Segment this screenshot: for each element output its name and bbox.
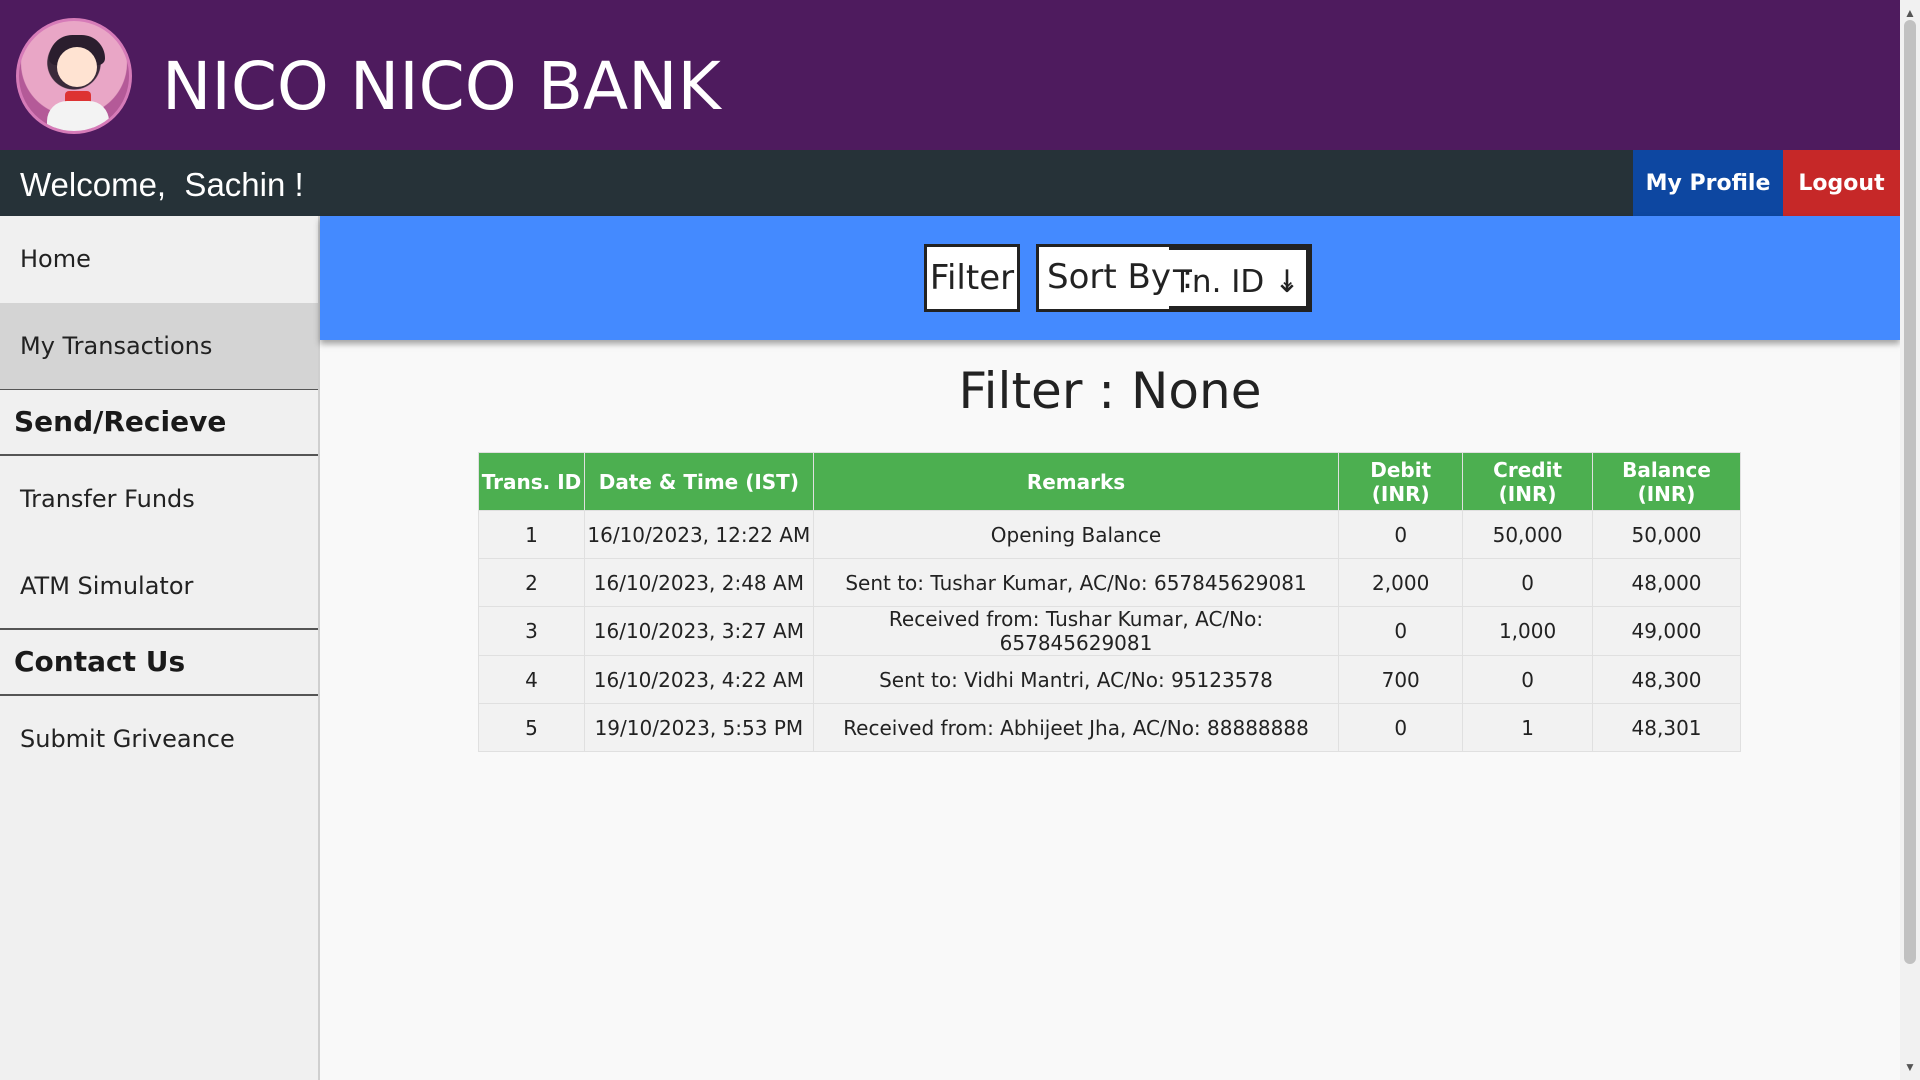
cell-balance: 48,301	[1592, 703, 1741, 752]
scroll-down-arrow-icon[interactable]: ▼	[1904, 1060, 1916, 1074]
cell-debit: 0	[1338, 606, 1464, 656]
cell-balance: 50,000	[1592, 510, 1741, 559]
cell-remarks: Received from: Abhijeet Jha, AC/No: 8888…	[812, 703, 1340, 752]
cell-remarks: Sent to: Vidhi Mantri, AC/No: 95123578	[812, 655, 1340, 704]
cell-datetime: 16/10/2023, 2:48 AM	[583, 558, 814, 607]
table-row: 1 16/10/2023, 12:22 AM Opening Balance 0…	[478, 510, 1741, 559]
cell-debit: 0	[1338, 703, 1464, 752]
cell-trans-id: 4	[478, 655, 585, 704]
chevron-down-icon: ⌄	[1279, 268, 1296, 292]
column-header: Date & Time (IST)	[583, 452, 814, 511]
scrollbar-thumb[interactable]	[1904, 20, 1916, 964]
sidebar-item-transfer-funds[interactable]: Transfer Funds	[0, 456, 318, 543]
column-header: Debit (INR)	[1338, 452, 1464, 511]
column-header: Trans. ID	[478, 452, 585, 511]
vertical-scrollbar[interactable]: ▲ ▼	[1900, 0, 1920, 1080]
welcome-message: Welcome, Sachin !	[20, 166, 304, 203]
sort-by-control: Sort By : Tn. ID ↓ ⌄	[1036, 244, 1312, 312]
table-row: 4 16/10/2023, 4:22 AM Sent to: Vidhi Man…	[478, 655, 1741, 704]
sidebar-section-send-recieve: Send/Recieve	[0, 390, 318, 456]
scroll-up-arrow-icon[interactable]: ▲	[1904, 6, 1916, 20]
table-row: 3 16/10/2023, 3:27 AM Received from: Tus…	[478, 606, 1741, 656]
cell-trans-id: 3	[478, 606, 585, 656]
cell-credit: 1	[1462, 703, 1594, 752]
cell-datetime: 19/10/2023, 5:53 PM	[583, 703, 814, 752]
cell-trans-id: 2	[478, 558, 585, 607]
cell-remarks: Received from: Tushar Kumar, AC/No: 6578…	[812, 606, 1340, 656]
table-header-row: Trans. ID Date & Time (IST) Remarks Debi…	[478, 452, 1741, 511]
sidebar-item-my-transactions[interactable]: My Transactions	[0, 303, 318, 390]
column-header: Balance (INR)	[1592, 452, 1741, 511]
my-profile-button[interactable]: My Profile	[1633, 150, 1783, 216]
cell-datetime: 16/10/2023, 12:22 AM	[583, 510, 814, 559]
cell-remarks: Sent to: Tushar Kumar, AC/No: 6578456290…	[812, 558, 1340, 607]
column-header: Credit (INR)	[1462, 452, 1594, 511]
sort-by-select[interactable]: Tn. ID ↓ ⌄	[1169, 247, 1309, 309]
cell-credit: 50,000	[1462, 510, 1594, 559]
top-bar: Welcome, Sachin ! My Profile Logout	[0, 150, 1900, 216]
cell-remarks: Opening Balance	[812, 510, 1340, 559]
cell-debit: 700	[1338, 655, 1464, 704]
filter-button[interactable]: Filter	[924, 244, 1020, 312]
logout-button[interactable]: Logout	[1783, 150, 1900, 216]
cell-datetime: 16/10/2023, 4:22 AM	[583, 655, 814, 704]
sidebar-item-home[interactable]: Home	[0, 216, 318, 303]
column-header: Remarks	[812, 452, 1340, 511]
cell-balance: 49,000	[1592, 606, 1741, 656]
cell-balance: 48,000	[1592, 558, 1741, 607]
cell-credit: 0	[1462, 558, 1594, 607]
controls-bar: Filter Sort By : Tn. ID ↓ ⌄	[320, 216, 1900, 340]
table-row: 2 16/10/2023, 2:48 AM Sent to: Tushar Ku…	[478, 558, 1741, 607]
cell-trans-id: 1	[478, 510, 585, 559]
cell-credit: 0	[1462, 655, 1594, 704]
cell-trans-id: 5	[478, 703, 585, 752]
sidebar-item-atm-simulator[interactable]: ATM Simulator	[0, 543, 318, 630]
avatar-logo	[16, 18, 132, 134]
sidebar-section-contact-us: Contact Us	[0, 630, 318, 696]
cell-debit: 0	[1338, 510, 1464, 559]
cell-datetime: 16/10/2023, 3:27 AM	[583, 606, 814, 656]
table-row: 5 19/10/2023, 5:53 PM Received from: Abh…	[478, 703, 1741, 752]
bank-title: NICO NICO BANK	[162, 48, 721, 125]
sidebar: Home My Transactions Send/Recieve Transf…	[0, 216, 320, 1080]
transactions-table: Trans. ID Date & Time (IST) Remarks Debi…	[478, 452, 1741, 752]
app-header: NICO NICO BANK	[0, 0, 1900, 150]
cell-debit: 2,000	[1338, 558, 1464, 607]
cell-credit: 1,000	[1462, 606, 1594, 656]
sidebar-item-submit-griveance[interactable]: Submit Griveance	[0, 696, 318, 783]
filter-status-heading: Filter : None	[958, 362, 1262, 420]
cell-balance: 48,300	[1592, 655, 1741, 704]
